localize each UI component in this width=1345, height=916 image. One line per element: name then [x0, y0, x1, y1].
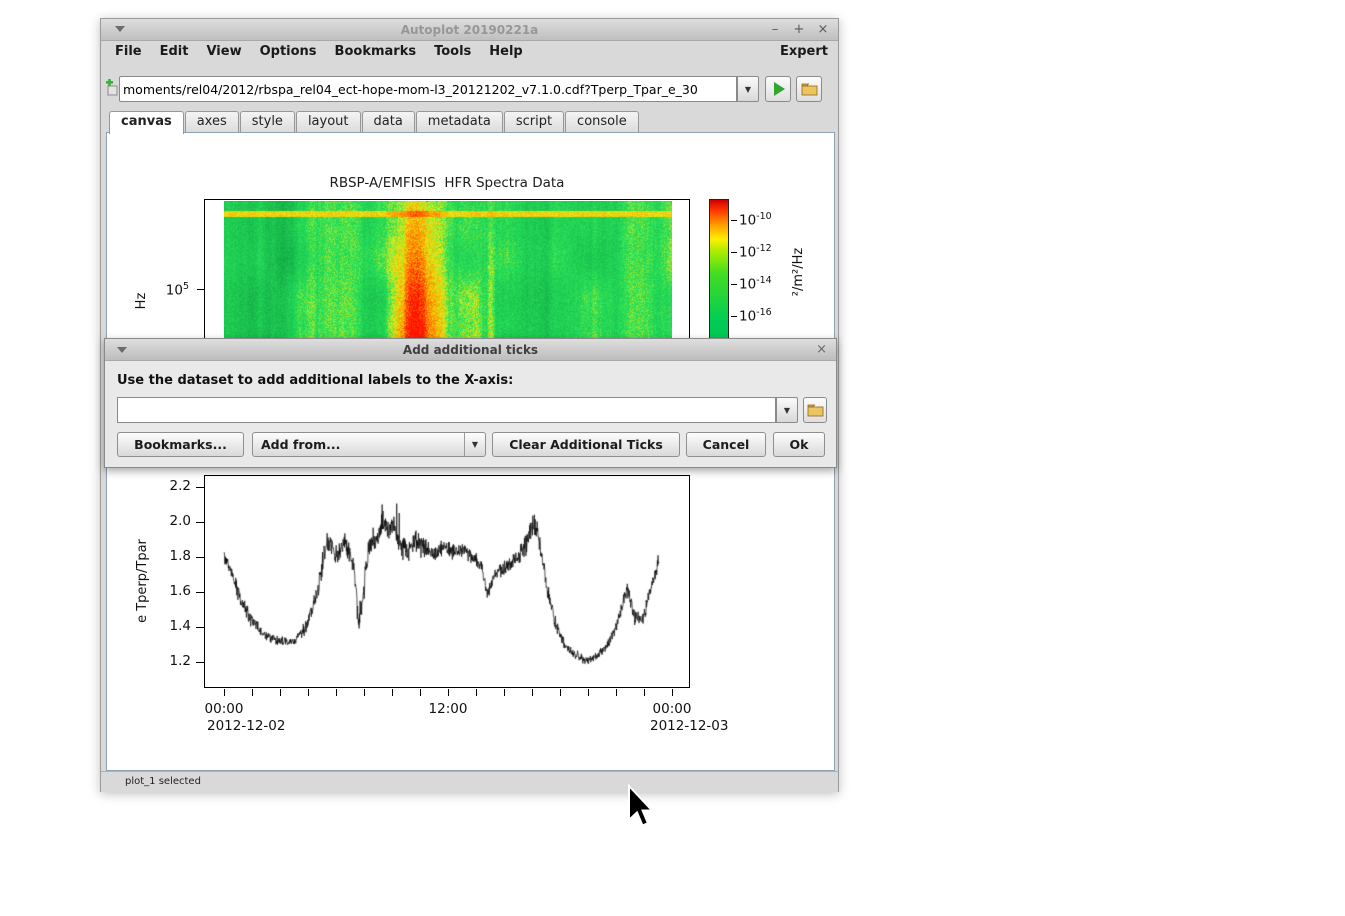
x-tick-mark: [252, 689, 253, 696]
address-dropdown-button[interactable]: ▼: [737, 76, 759, 102]
timeseries-canvas[interactable]: [205, 476, 689, 687]
y-tick-mark: [196, 592, 204, 593]
menubar: File Edit View Options Bookmarks Tools H…: [101, 41, 838, 61]
go-play-button[interactable]: [765, 76, 791, 102]
x-tick-label: 12:00: [412, 701, 484, 717]
menu-edit[interactable]: Edit: [151, 43, 198, 60]
dataset-dropdown-button[interactable]: ▼: [776, 397, 798, 423]
mouse-cursor: [626, 784, 660, 832]
y-tick-mark: [196, 662, 204, 663]
tab-bar: canvas axes style layout data metadata s…: [109, 111, 640, 132]
ok-button[interactable]: Ok: [773, 432, 825, 457]
x-date-label: 2012-12-03: [650, 718, 728, 734]
menu-file[interactable]: File: [106, 43, 151, 60]
menu-options[interactable]: Options: [251, 43, 326, 60]
x-tick-mark: [280, 689, 281, 696]
datasource-icon: [105, 79, 119, 99]
play-icon: [774, 82, 785, 96]
x-tick-mark: [224, 689, 225, 696]
expert-mode-label[interactable]: Expert: [780, 44, 828, 59]
desktop: Autoplot 20190221a – + × File Edit View …: [0, 0, 1345, 916]
dialog-message: Use the dataset to add additional labels…: [117, 373, 513, 388]
x-tick-mark: [336, 689, 337, 696]
y-tick-mark: [196, 627, 204, 628]
y-tick-label: 1.6: [147, 583, 191, 599]
dataset-input[interactable]: [117, 397, 776, 423]
menu-help[interactable]: Help: [480, 43, 531, 60]
y-tick-label: 1.2: [147, 653, 191, 669]
x-tick-mark: [532, 689, 533, 696]
dialog-title: Add additional ticks: [105, 343, 836, 357]
tab-metadata[interactable]: metadata: [416, 111, 503, 132]
x-tick-mark: [448, 689, 449, 696]
minimize-button[interactable]: –: [768, 19, 782, 41]
y-tick-mark: [196, 557, 204, 558]
x-date-label: 2012-12-02: [207, 718, 285, 734]
y-tick-label: 1.8: [147, 548, 191, 564]
x-tick-label: 00:00: [188, 701, 260, 717]
x-tick-mark: [420, 689, 421, 696]
chevron-down-icon[interactable]: ▼: [464, 433, 485, 456]
add-from-label: Add from...: [261, 437, 340, 452]
folder-icon: [801, 83, 818, 96]
status-text: plot_1 selected: [125, 776, 201, 787]
x-tick-mark: [364, 689, 365, 696]
statusbar: plot_1 selected: [101, 771, 838, 792]
x-tick-mark: [644, 689, 645, 696]
x-tick-mark: [616, 689, 617, 696]
timeseries-yaxis-label: e Tperp/Tpar: [135, 521, 151, 641]
x-tick-mark: [588, 689, 589, 696]
clear-additional-ticks-button[interactable]: Clear Additional Ticks: [492, 432, 680, 457]
dialog-close-button[interactable]: ×: [816, 339, 827, 361]
x-tick-mark: [560, 689, 561, 696]
x-tick-mark: [392, 689, 393, 696]
folder-icon: [807, 404, 824, 417]
dialog-menu-triangle-icon[interactable]: [117, 347, 127, 353]
add-additional-ticks-dialog: Add additional ticks × Use the dataset t…: [104, 338, 837, 468]
tab-console[interactable]: console: [565, 111, 639, 132]
tab-data[interactable]: data: [362, 111, 415, 132]
window-title: Autoplot 20190221a: [101, 23, 838, 37]
address-input[interactable]: [119, 76, 737, 102]
add-from-combobox[interactable]: Add from... ▼: [252, 432, 486, 457]
x-tick-mark: [476, 689, 477, 696]
tab-script[interactable]: script: [504, 111, 564, 132]
cancel-button[interactable]: Cancel: [686, 432, 766, 457]
menu-view[interactable]: View: [197, 43, 250, 60]
bookmarks-button[interactable]: Bookmarks...: [117, 432, 244, 457]
window-titlebar: Autoplot 20190221a – + ×: [101, 19, 838, 41]
dataset-browse-button[interactable]: [803, 397, 827, 423]
close-button[interactable]: ×: [816, 19, 830, 41]
open-file-button[interactable]: [796, 76, 822, 102]
x-tick-label: 00:00: [636, 701, 708, 717]
y-tick-label: 1.4: [147, 618, 191, 634]
tab-style[interactable]: style: [240, 111, 295, 132]
x-tick-mark: [308, 689, 309, 696]
x-tick-mark: [672, 689, 673, 696]
tab-axes[interactable]: axes: [185, 111, 239, 132]
dialog-titlebar: Add additional ticks ×: [105, 339, 836, 361]
menu-tools[interactable]: Tools: [425, 43, 480, 60]
autoplot-window: Autoplot 20190221a – + × File Edit View …: [100, 18, 839, 792]
tab-canvas[interactable]: canvas: [109, 111, 184, 134]
menu-bookmarks[interactable]: Bookmarks: [326, 43, 426, 60]
y-tick-label: 2.0: [147, 513, 191, 529]
window-menu-triangle-icon[interactable]: [115, 26, 125, 32]
maximize-button[interactable]: +: [792, 19, 806, 41]
y-tick-mark: [196, 487, 204, 488]
x-tick-mark: [504, 689, 505, 696]
y-tick-label: 2.2: [147, 478, 191, 494]
tab-layout[interactable]: layout: [296, 111, 361, 132]
y-tick-mark: [196, 522, 204, 523]
